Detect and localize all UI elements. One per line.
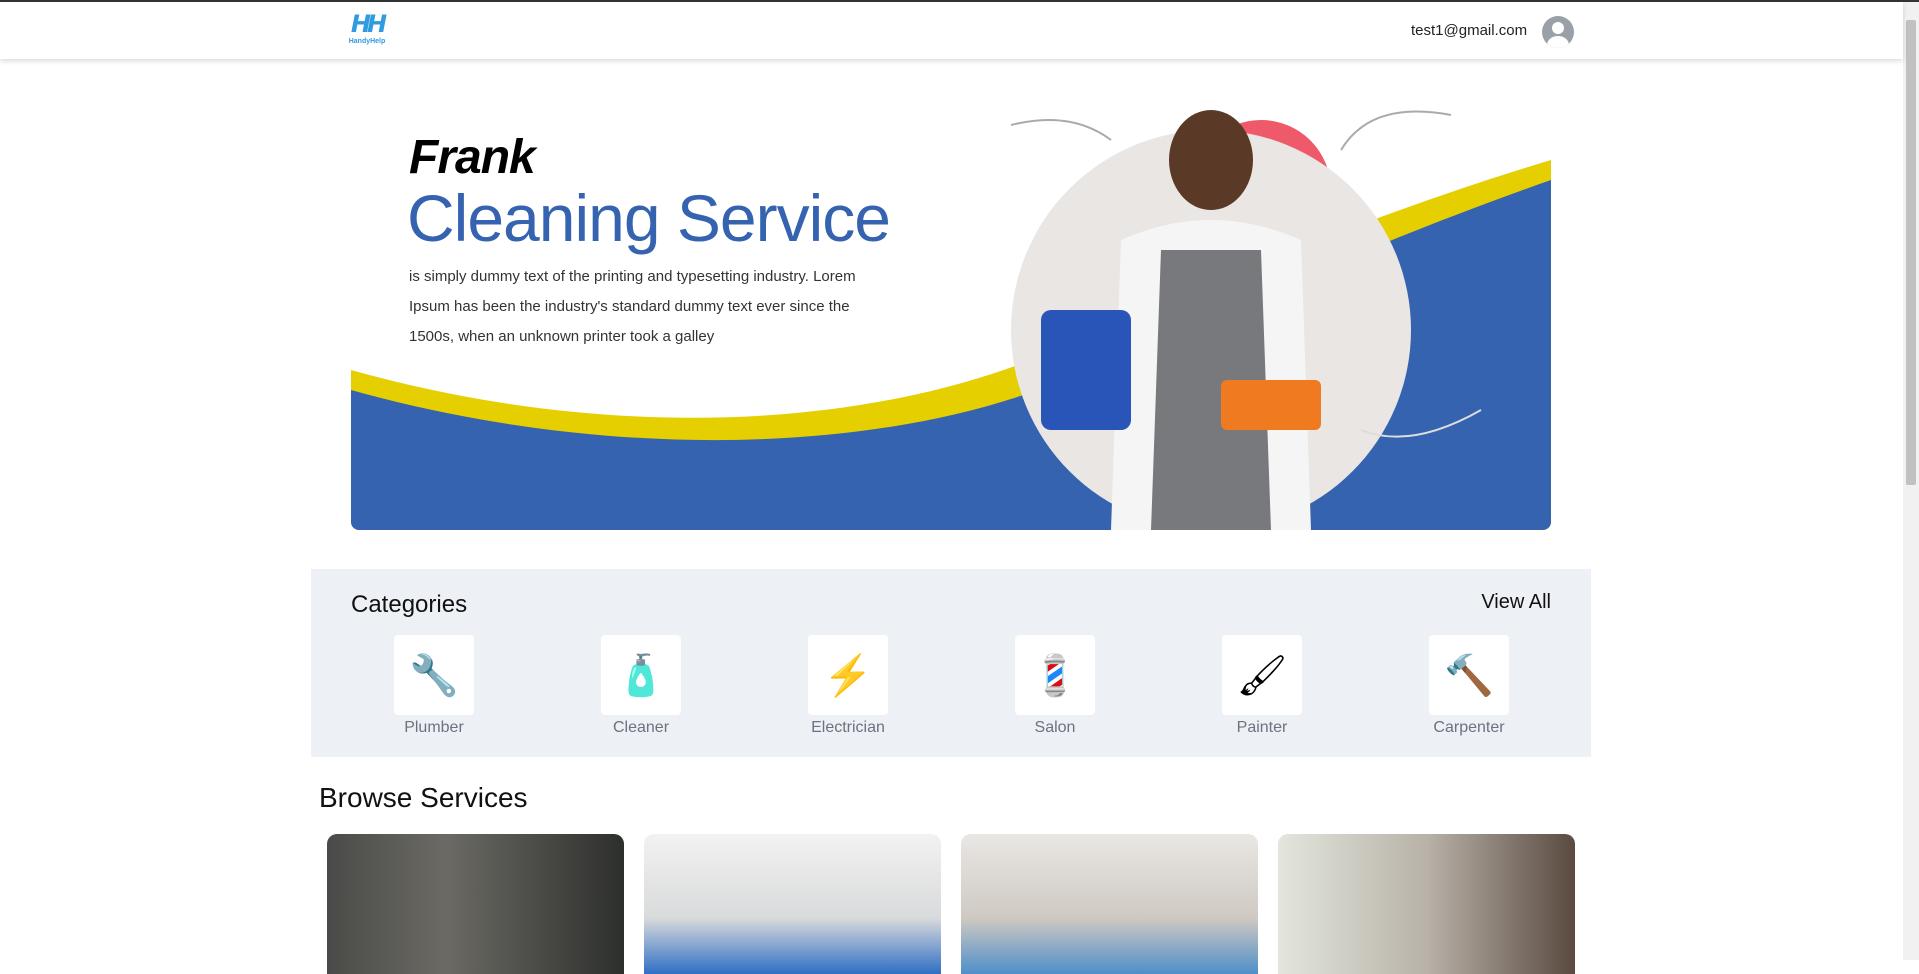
banner-service-title: Cleaning Service [407, 181, 891, 255]
banner-provider-name: Frank [409, 131, 536, 184]
handyhelp-logo[interactable]: HH HandyHelp [343, 10, 391, 52]
category-salon[interactable]: 💈 Salon [995, 635, 1115, 737]
banner-description: is simply dummy text of the printing and… [409, 268, 856, 345]
category-painter[interactable]: 🖌 Painter [1202, 635, 1322, 737]
categories-section: Categories View All 🔧 Plumber 🧴 Cleaner ⚡ E… [311, 569, 1591, 757]
plumber-icon: 🔧 [394, 635, 474, 715]
category-cleaner[interactable]: 🧴 Cleaner [581, 635, 701, 737]
cleaner-icon: 🧴 [601, 635, 681, 715]
top-navbar: HH HandyHelp test1@gmail.com [0, 2, 1903, 59]
category-electrician[interactable]: ⚡ Electrician [788, 635, 908, 737]
electrician-icon: ⚡ [808, 635, 888, 715]
page-scrollbar[interactable] [1903, 2, 1919, 960]
browse-services-title: Browse Services [319, 782, 528, 813]
service-card-delivery[interactable] [644, 834, 941, 974]
carpenter-icon: 🔨 [1429, 635, 1509, 715]
category-carpenter[interactable]: 🔨 Carpenter [1409, 635, 1529, 737]
view-all-link[interactable]: View All [1481, 591, 1551, 614]
category-plumber[interactable]: 🔧 Plumber [374, 635, 494, 737]
user-email[interactable]: test1@gmail.com [1411, 22, 1527, 39]
salon-icon: 💈 [1015, 635, 1095, 715]
user-avatar-icon[interactable] [1542, 16, 1574, 48]
service-card-security[interactable] [327, 834, 624, 974]
painter-icon: 🖌 [1222, 635, 1302, 715]
scrollbar-thumb[interactable] [1906, 20, 1916, 485]
hero-banner[interactable]: Frank Cleaning Service is simply dummy t… [351, 100, 1551, 530]
service-card-caregiver[interactable] [961, 834, 1258, 974]
service-card-elder-care[interactable] [1278, 834, 1575, 974]
categories-title: Categories [351, 591, 468, 618]
